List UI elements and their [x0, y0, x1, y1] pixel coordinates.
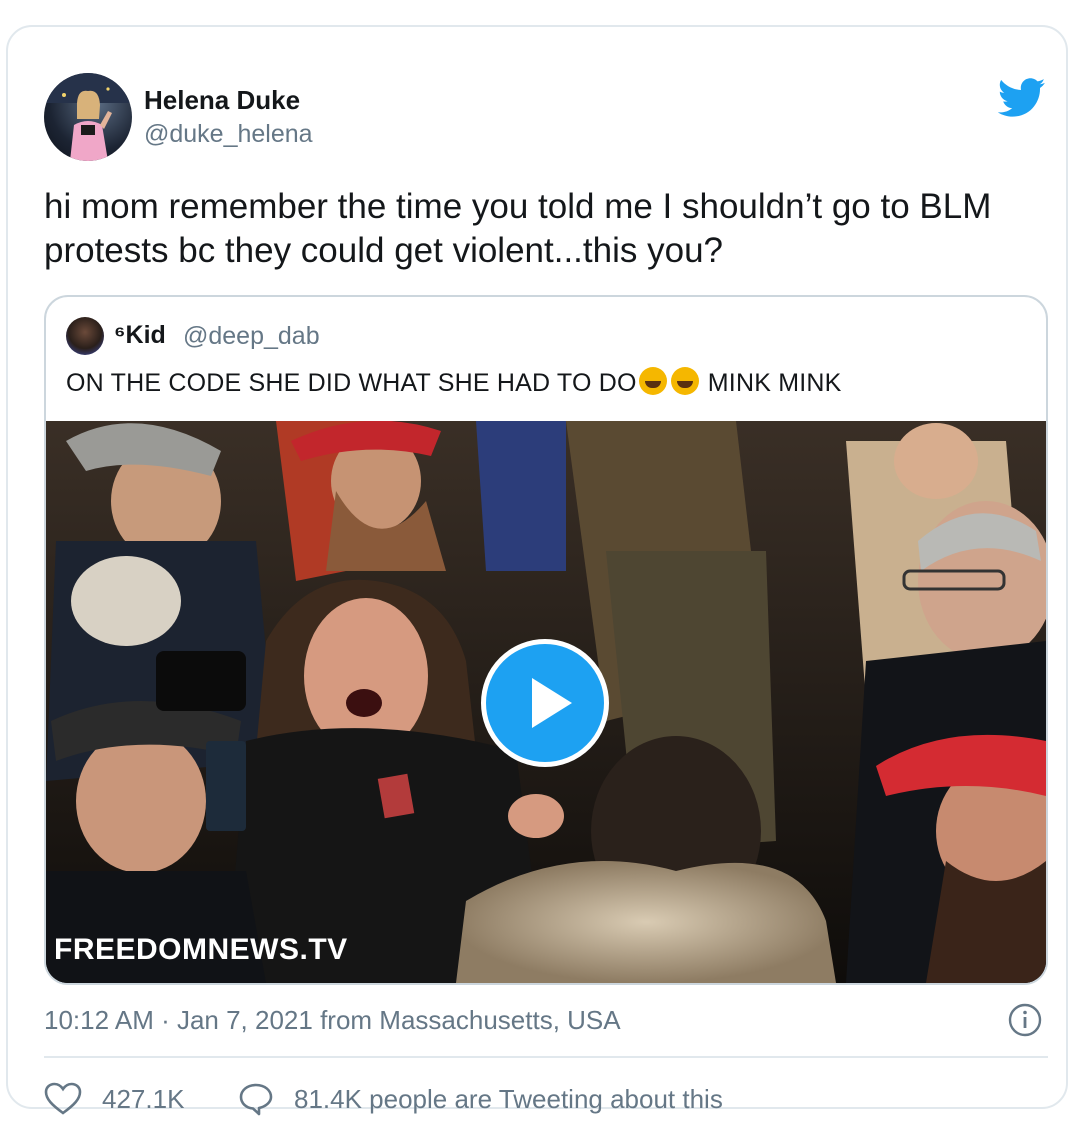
divider — [44, 1056, 1048, 1058]
rofl-emoji-icon — [638, 367, 667, 395]
speech-bubble-icon[interactable] — [238, 1082, 274, 1116]
quoted-author-avatar[interactable] — [66, 317, 104, 355]
author-name[interactable]: Helena Duke — [144, 85, 300, 116]
quoted-text-tail: MINK MINK — [700, 369, 842, 397]
tweet-text: hi mom remember the time you told me I s… — [44, 187, 992, 270]
quoted-author-name[interactable]: ⁶Kid — [114, 321, 166, 350]
avatar-image — [44, 73, 132, 161]
video-watermark: FREEDOMNEWS.TV — [54, 933, 348, 966]
twitter-bird-icon[interactable] — [998, 77, 1046, 119]
author-handle[interactable]: @duke_helena — [144, 120, 313, 149]
info-icon[interactable] — [1008, 1003, 1042, 1037]
heart-icon[interactable] — [44, 1082, 82, 1116]
play-icon — [532, 678, 572, 728]
quoted-author-handle[interactable]: @deep_dab — [183, 322, 320, 351]
video-player[interactable]: FREEDOMNEWS.TV — [46, 421, 1046, 983]
quoted-tweet-text: ON THE CODE SHE DID WHAT SHE HAD TO DO M… — [66, 367, 842, 398]
tweet-card: Helena Duke @duke_helena hi mom remember… — [6, 25, 1068, 1116]
play-button[interactable] — [481, 639, 609, 767]
author-avatar[interactable] — [44, 73, 132, 161]
quoted-text-main: ON THE CODE SHE DID WHAT SHE HAD TO DO — [66, 369, 637, 397]
engagement-link[interactable]: 81.4K people are Tweeting about this — [294, 1084, 723, 1115]
rofl-emoji-icon — [670, 367, 699, 395]
tweet-timestamp[interactable]: 10:12 AM · Jan 7, 2021 from Massachusett… — [44, 1005, 621, 1036]
quoted-tweet[interactable]: ⁶Kid @deep_dab ON THE CODE SHE DID WHAT … — [44, 295, 1048, 985]
like-count[interactable]: 427.1K — [102, 1084, 184, 1115]
